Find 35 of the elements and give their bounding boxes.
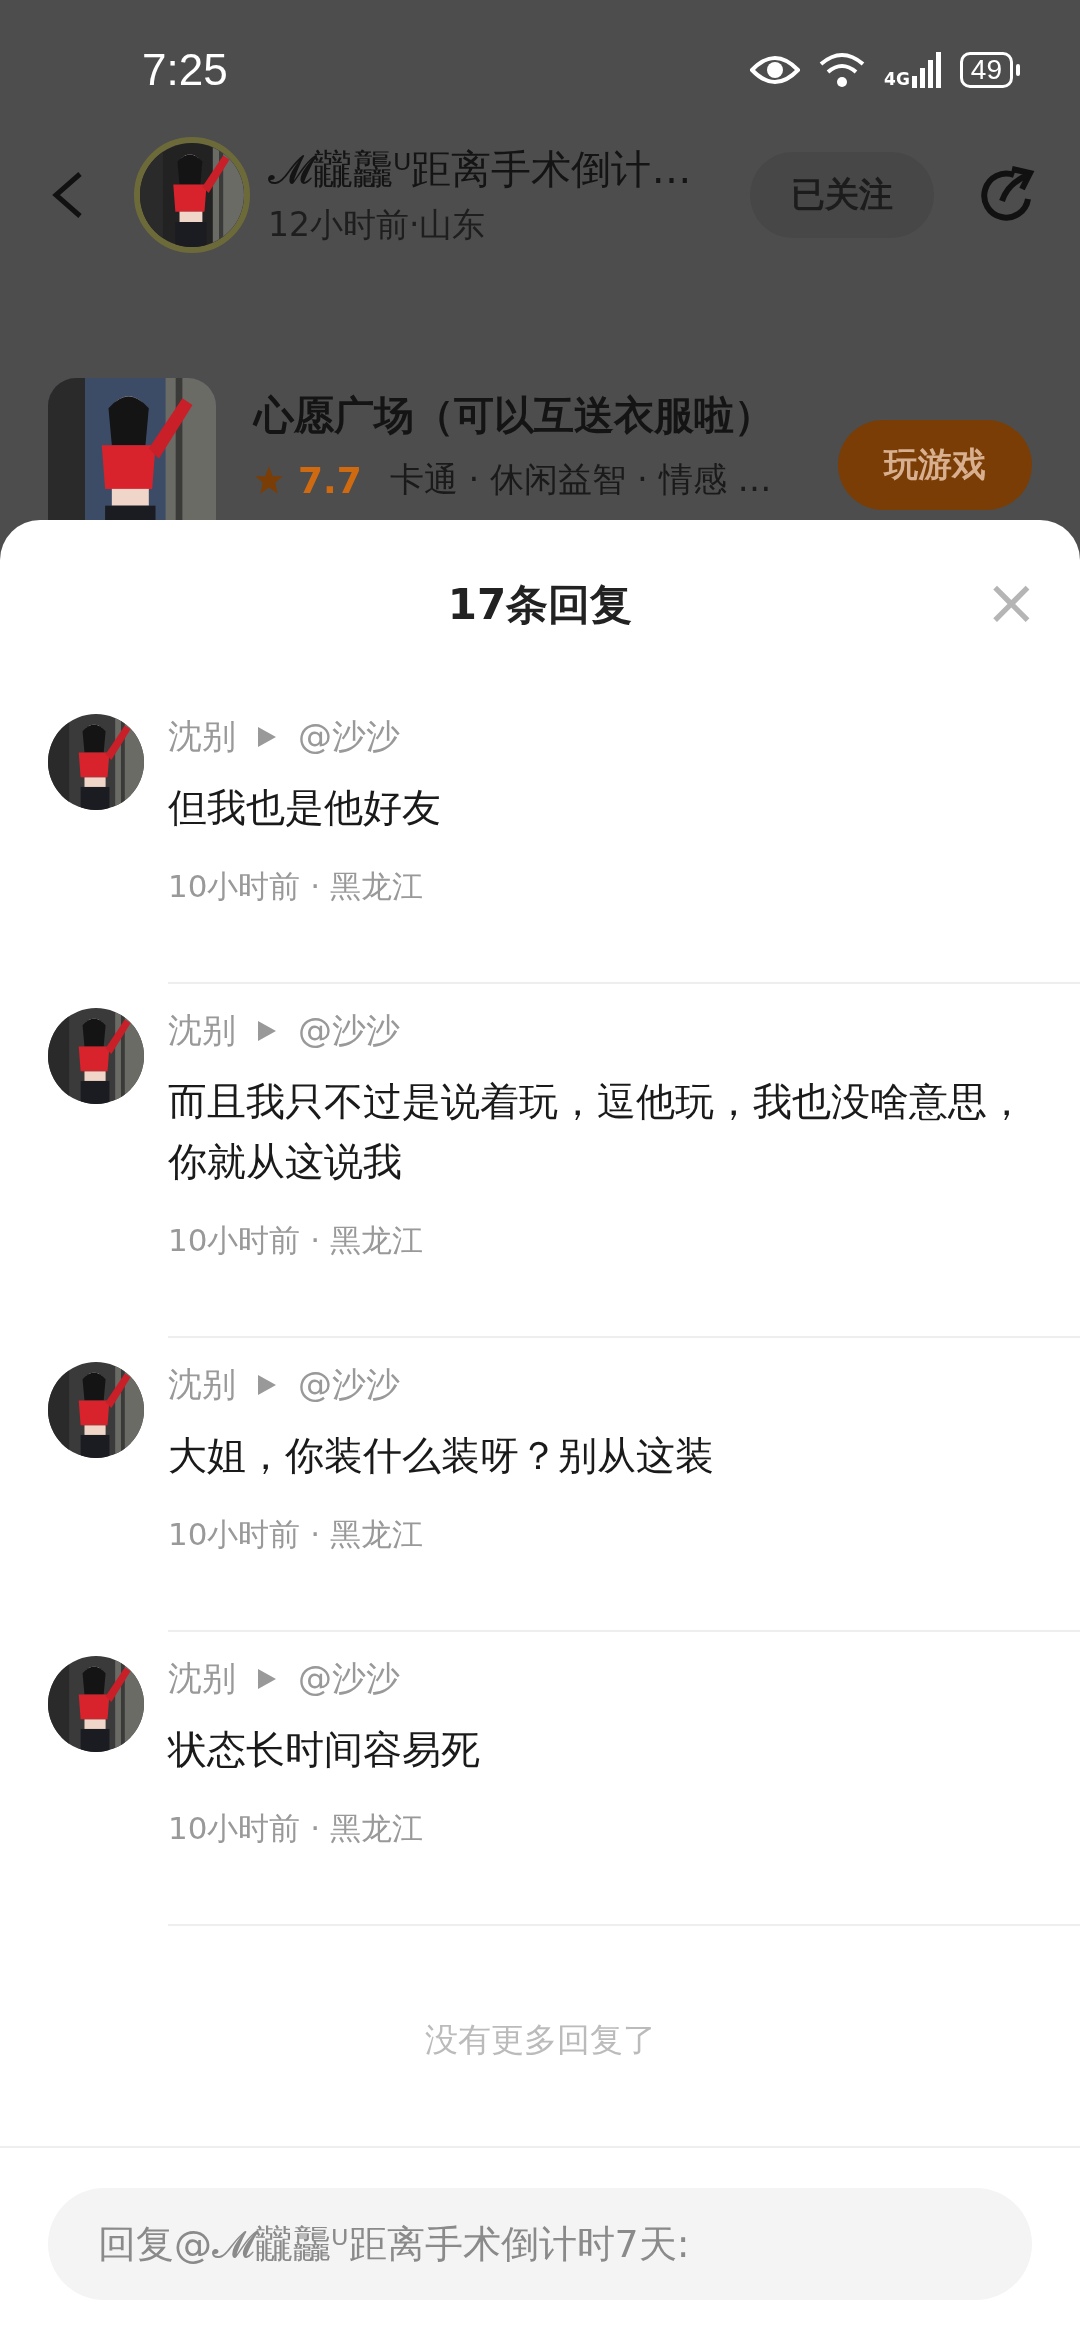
- triangle-icon: [256, 1373, 278, 1397]
- reply-text: 但我也是他好友: [168, 784, 442, 832]
- reply-target[interactable]: @沙沙: [298, 1656, 400, 1702]
- reply-meta: 10小时前 · 黑龙江: [168, 1221, 424, 1260]
- status-time: 7:25: [142, 45, 229, 95]
- game-rating: 7.7: [298, 459, 362, 501]
- reply-target[interactable]: @沙沙: [298, 1008, 400, 1054]
- close-button[interactable]: ×: [984, 570, 1038, 634]
- sheet-title: 17条回复: [447, 579, 633, 631]
- reply-author[interactable]: 沈别: [168, 1008, 236, 1054]
- eye-icon: [750, 54, 801, 86]
- reply-meta: 10小时前 · 黑龙江: [168, 1809, 424, 1848]
- reply-text: 状态长时间容易死: [168, 1726, 481, 1774]
- reply-target[interactable]: @沙沙: [298, 714, 400, 760]
- end-note: 没有更多回复了: [423, 2019, 657, 2061]
- triangle-icon: [256, 1019, 278, 1043]
- reply-meta: 10小时前 · 黑龙江: [168, 1515, 424, 1554]
- reply-target[interactable]: @沙沙: [298, 1362, 400, 1408]
- star-icon: [254, 465, 284, 495]
- play-game-button[interactable]: 玩游戏: [838, 420, 1032, 510]
- wifi-icon: [818, 51, 867, 89]
- reply-author[interactable]: 沈别: [168, 1656, 236, 1702]
- triangle-icon: [256, 725, 278, 749]
- reply-author[interactable]: 沈别: [168, 1362, 236, 1408]
- reply-author[interactable]: 沈别: [168, 714, 236, 760]
- network-label: 4G: [884, 71, 910, 88]
- battery-level: 49: [959, 52, 1013, 88]
- reply-text: 大姐，你装什么装呀？别从这装: [168, 1432, 715, 1480]
- game-title: 心愿广场（可以互送衣服啦）: [254, 391, 775, 440]
- signal-icon: [911, 52, 942, 88]
- reply-text: 而且我只不过是说着玩，逗他玩，我也没啥意思，你就从这说我: [168, 1078, 1027, 1186]
- author-name: 𝓜龖龘ᵁ距离手术倒计…: [268, 145, 693, 194]
- reply-input[interactable]: 回复@𝓜龖龘ᵁ距离手术倒计时7天:: [48, 2188, 1032, 2300]
- triangle-icon: [256, 1667, 278, 1691]
- reply-meta: 10小时前 · 黑龙江: [168, 867, 424, 906]
